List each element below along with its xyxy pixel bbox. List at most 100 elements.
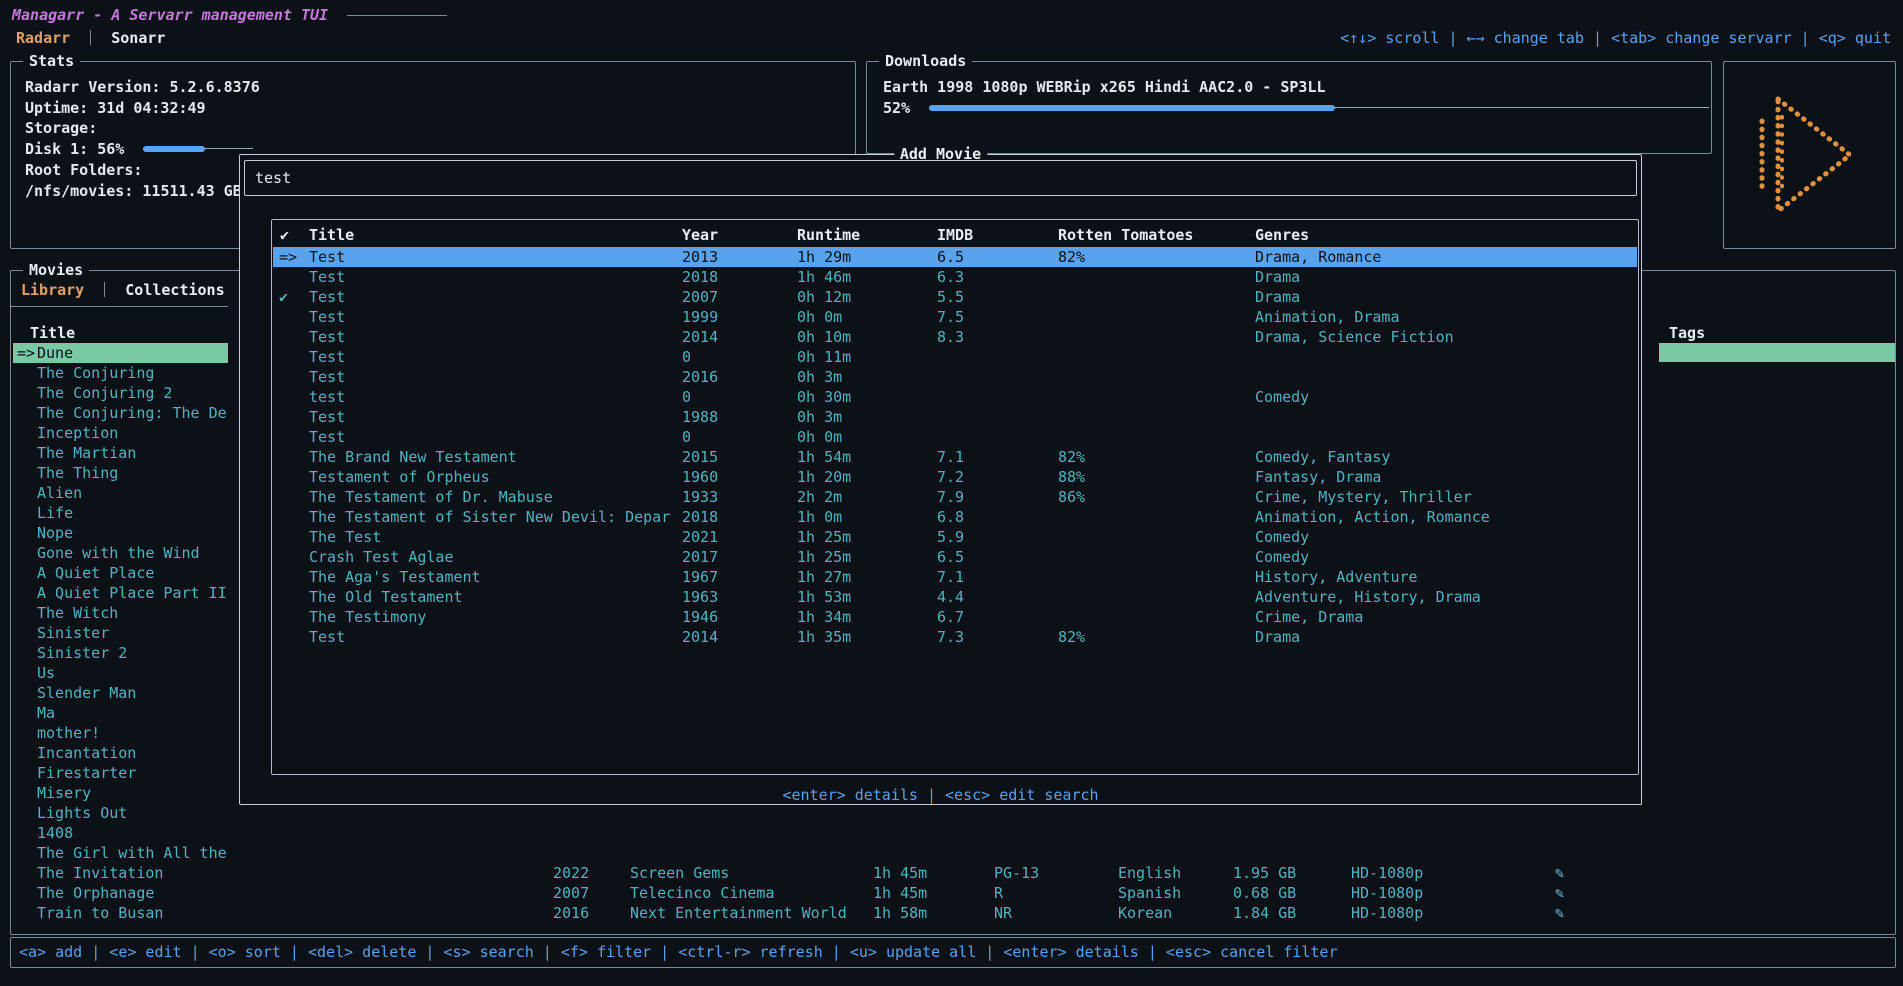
cell-title: Testament of Orpheus [309,467,490,487]
cell-title: Test [309,367,345,387]
cell-year: 2007 [682,287,718,307]
cell-title: The Testament of Dr. Mabuse [309,487,553,507]
search-result-row[interactable]: Test 0 0h 0m [273,427,1637,447]
movie-list-item[interactable]: The Conjuring 2 [13,383,228,403]
search-result-row[interactable]: Test 1999 0h 0m 7.5 Animation, Drama [273,307,1637,327]
disk-percent-value: 56% [97,140,124,158]
global-keybindings-help: <↑↓> scroll | ←→ change tab | <tab> chan… [1340,28,1891,48]
cell-imdb: 7.1 [937,447,964,467]
movie-list-item[interactable]: The Girl with All the [13,843,228,863]
movie-list-item[interactable]: Slender Man [13,683,228,703]
search-result-row[interactable]: Test 0 0h 11m [273,347,1637,367]
cell-genres: Comedy [1255,547,1309,567]
movie-search-input[interactable]: test [244,160,1637,196]
search-result-row[interactable]: Test 2014 1h 35m 7.3 82% Drama [273,627,1637,647]
search-result-row[interactable]: The Testament of Sister New Devil: Depar… [273,507,1637,527]
version-value: 5.2.6.8376 [169,78,259,96]
cell-year: 1960 [682,467,718,487]
edit-icon: ✎ [1555,883,1564,903]
cell-rotten-tomatoes: 86% [1058,487,1085,507]
search-result-row[interactable]: test 0 0h 30m Comedy [273,387,1637,407]
search-result-row[interactable]: Test 2014 0h 10m 8.3 Drama, Science Fict… [273,327,1637,347]
cell-year: 2018 [682,267,718,287]
cell-runtime: 0h 0m [797,427,842,447]
header-monitored-check: ✔ [280,225,289,245]
search-result-row[interactable]: Test 2018 1h 46m 6.3 Drama [273,267,1637,287]
search-result-row[interactable]: The Aga's Testament 1967 1h 27m 7.1 Hist… [273,567,1637,587]
selected-row-tags-cell [1659,343,1895,362]
cell-runtime: 0h 10m [797,327,851,347]
movie-list-item[interactable]: Sinister [13,623,228,643]
movie-title: The Witch [37,603,118,623]
movie-title: Lights Out [37,803,127,823]
tab-library[interactable]: Library [21,281,84,299]
tabs-underline [11,306,228,307]
cell-rotten-tomatoes: 82% [1058,247,1085,267]
managarr-app: Managarr - A Servarr management TUI Rada… [0,0,1903,986]
gauge-fill [143,146,205,152]
cell-imdb: 7.2 [937,467,964,487]
cell-year: 2018 [682,507,718,527]
movie-list-item[interactable]: Sinister 2 [13,643,228,663]
search-result-row[interactable]: Test 1988 0h 3m [273,407,1637,427]
movie-list-item[interactable]: The Thing [13,463,228,483]
movie-list-item[interactable]: => Dune [13,343,228,363]
search-result-row[interactable]: The Testimony 1946 1h 34m 6.7 Crime, Dra… [273,607,1637,627]
search-result-row[interactable]: Crash Test Aglae 2017 1h 25m 6.5 Comedy [273,547,1637,567]
movie-title: Dune [37,343,73,363]
selection-marker [13,843,37,863]
movie-list-item[interactable]: Inception [13,423,228,443]
movie-list-item[interactable]: Incantation [13,743,228,763]
search-result-row[interactable]: Test 2016 0h 3m [273,367,1637,387]
movie-list-item[interactable]: A Quiet Place Part II [13,583,228,603]
movie-list-item[interactable]: Gone with the Wind [13,543,228,563]
movie-list-item[interactable]: The Witch [13,603,228,623]
movie-list-item[interactable]: Life [13,503,228,523]
cell-genres: Comedy [1255,387,1309,407]
search-result-row[interactable]: The Brand New Testament 2015 1h 54m 7.1 … [273,447,1637,467]
movie-title: Inception [37,423,118,443]
movie-list-item[interactable]: Alien [13,483,228,503]
search-result-row[interactable]: ✔ Test 2007 0h 12m 5.5 Drama [273,287,1637,307]
library-table-rows: 2022 Screen Gems 1h 45m PG-13 English 1.… [13,863,1893,923]
search-result-row[interactable]: The Old Testament 1963 1h 53m 4.4 Advent… [273,587,1637,607]
tab-radarr[interactable]: Radarr [16,29,70,47]
movie-title: The Girl with All the [37,843,227,863]
header-year: Year [682,225,718,245]
search-result-row[interactable]: The Test 2021 1h 25m 5.9 Comedy [273,527,1637,547]
library-row[interactable]: 2016 Next Entertainment World 1h 58m NR … [13,903,1893,923]
search-result-row[interactable]: The Testament of Dr. Mabuse 1933 2h 2m 7… [273,487,1637,507]
cell-runtime: 0h 0m [797,307,842,327]
movie-list-item[interactable]: Us [13,663,228,683]
library-row[interactable]: 2007 Telecinco Cinema 1h 45m R Spanish 0… [13,883,1893,903]
movie-list-item[interactable]: 1408 [13,823,228,843]
library-row[interactable]: 2022 Screen Gems 1h 45m PG-13 English 1.… [13,863,1893,883]
movie-list-item[interactable]: The Conjuring: The De [13,403,228,423]
stats-panel-title: Stats [23,51,80,71]
movie-list-item[interactable]: mother! [13,723,228,743]
movie-list-item[interactable]: Lights Out [13,803,228,823]
search-result-row[interactable]: => Test 2013 1h 29m 6.5 82% Drama, Roman… [273,247,1637,267]
movie-list-item[interactable]: The Conjuring [13,363,228,383]
cell-title: Test [309,267,345,287]
version-label: Radarr Version: [25,78,160,96]
movie-list-item[interactable]: The Martian [13,443,228,463]
cell-genres: Animation, Action, Romance [1255,507,1490,527]
cell-title: Crash Test Aglae [309,547,454,567]
movie-list-item[interactable]: Nope [13,523,228,543]
movie-list-item[interactable]: A Quiet Place [13,563,228,583]
movie-title: Misery [37,783,91,803]
row-marker: ✔ [279,287,288,307]
cell-runtime: 1h 34m [797,607,851,627]
modal-keybindings-help: <enter> details | <esc> edit search [240,785,1641,805]
selection-marker [13,643,37,663]
selection-marker [13,563,37,583]
tab-sonarr[interactable]: Sonarr [111,29,165,47]
tab-collections[interactable]: Collections [125,281,224,299]
movie-title: The Conjuring [37,363,154,383]
movie-list-item[interactable]: Misery [13,783,228,803]
search-result-row[interactable]: Testament of Orpheus 1960 1h 20m 7.2 88%… [273,467,1637,487]
movie-list-item[interactable]: Firestarter [13,763,228,783]
movie-list-item[interactable]: Ma [13,703,228,723]
selection-marker: => [13,343,37,363]
